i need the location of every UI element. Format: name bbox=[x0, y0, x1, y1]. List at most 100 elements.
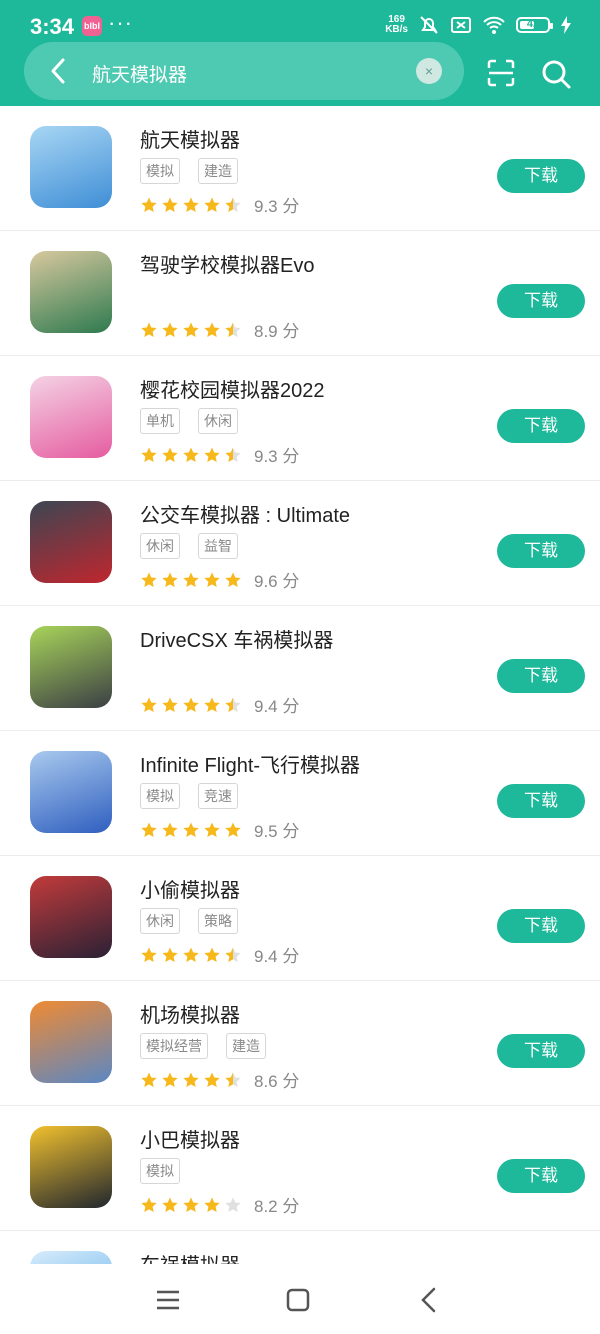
download-button[interactable]: 下载 bbox=[497, 534, 585, 568]
download-button[interactable]: 下载 bbox=[497, 659, 585, 693]
star-rating bbox=[140, 821, 242, 839]
star-icon bbox=[204, 1072, 220, 1087]
app-name[interactable]: 驾驶学校模拟器Evo bbox=[140, 249, 314, 278]
rating: 9.6 分 bbox=[140, 567, 299, 592]
tag-list: 休闲 益智 bbox=[140, 533, 238, 559]
wifi-icon bbox=[483, 16, 505, 34]
list-item[interactable]: Infinite Flight-飞行模拟器 模拟 竞速 9.5 分 下载 bbox=[0, 731, 600, 856]
home-icon[interactable] bbox=[280, 1282, 316, 1318]
sim-off-icon bbox=[451, 17, 471, 33]
app-icon[interactable] bbox=[30, 251, 112, 333]
app-icon[interactable] bbox=[30, 376, 112, 458]
status-time: 3:34 bbox=[30, 14, 75, 39]
star-rating bbox=[140, 696, 242, 714]
tag-list: 单机 休闲 bbox=[140, 408, 238, 434]
star-rating bbox=[140, 446, 242, 464]
tag: 竞速 bbox=[198, 783, 238, 809]
navigation-bar bbox=[0, 1264, 600, 1334]
star-rating bbox=[140, 321, 242, 339]
app-name[interactable]: 小巴模拟器 bbox=[140, 1124, 240, 1153]
app-list: 航天模拟器 模拟 建造 9.3 分下载 驾驶学校模拟器Evo 8.9 分下载 樱花校园模拟器… bbox=[0, 106, 600, 1264]
app-icon[interactable] bbox=[30, 1251, 112, 1264]
download-button[interactable]: 下载 bbox=[497, 909, 585, 943]
list-item[interactable]: 小巴模拟器模拟 8.2 分 下载 bbox=[0, 1106, 600, 1231]
search-field[interactable]: 航天模拟器 × bbox=[24, 42, 464, 100]
tag: 模拟 bbox=[140, 158, 180, 184]
chevron-left-icon[interactable] bbox=[44, 56, 74, 86]
app-name[interactable]: 航天模拟器 bbox=[140, 124, 240, 153]
tag: 模拟 bbox=[140, 783, 180, 809]
rating: 8.6 分 bbox=[140, 1067, 299, 1092]
tag: 策略 bbox=[198, 908, 238, 934]
rating: 9.4 分 bbox=[140, 692, 299, 717]
list-item[interactable]: 航天模拟器 模拟 建造 9.3 分 下载 bbox=[0, 106, 600, 231]
tag-list: 模拟 bbox=[140, 1158, 180, 1184]
app-icon[interactable] bbox=[30, 1001, 112, 1083]
rating: 9.5 分 bbox=[140, 817, 299, 842]
star-icon bbox=[162, 322, 178, 337]
download-button[interactable]: 下载 bbox=[497, 784, 585, 818]
more-notifications-icon: ··· bbox=[108, 10, 133, 35]
rating-score: 9.5 分 bbox=[254, 822, 300, 841]
app-icon[interactable] bbox=[30, 626, 112, 708]
star-icon bbox=[225, 447, 241, 462]
app-icon[interactable] bbox=[30, 751, 112, 833]
star-icon bbox=[183, 697, 199, 712]
star-icon bbox=[141, 197, 157, 212]
rating: 9.4 分 bbox=[140, 942, 299, 967]
star-icon bbox=[162, 822, 178, 837]
download-button[interactable]: 下载 bbox=[497, 1159, 585, 1193]
list-item[interactable]: DriveCSX 车祸模拟器 9.4 分 下载 bbox=[0, 606, 600, 731]
app-icon[interactable] bbox=[30, 1126, 112, 1208]
rating-score: 8.9 分 bbox=[254, 322, 300, 341]
tag: 休闲 bbox=[140, 908, 180, 934]
star-icon bbox=[225, 572, 241, 587]
app-name[interactable]: 车祸模拟器 bbox=[140, 1249, 240, 1264]
list-item[interactable]: 车祸模拟器 bbox=[0, 1231, 600, 1264]
app-name[interactable]: 樱花校园模拟器2022 bbox=[140, 374, 325, 403]
mute-bell-icon bbox=[420, 16, 438, 34]
app-name[interactable]: DriveCSX 车祸模拟器 bbox=[140, 624, 333, 653]
download-button[interactable]: 下载 bbox=[497, 1034, 585, 1068]
list-item[interactable]: 小偷模拟器休闲 策略 9.4 分 下载 bbox=[0, 856, 600, 981]
tag-list: 模拟经营 建造 bbox=[140, 1033, 266, 1059]
search-input[interactable]: 航天模拟器 bbox=[92, 60, 187, 87]
clear-search-button[interactable]: × bbox=[416, 58, 442, 84]
star-icon bbox=[204, 572, 220, 587]
tag-list: 休闲 策略 bbox=[140, 908, 238, 934]
star-icon bbox=[141, 1072, 157, 1087]
status-icons: 169 KB/s 42 bbox=[385, 14, 572, 36]
tag: 休闲 bbox=[198, 408, 238, 434]
app-name[interactable]: 小偷模拟器 bbox=[140, 874, 240, 903]
list-item[interactable]: 公交车模拟器 : Ultimate 休闲 益智 9.6 分 下载 bbox=[0, 481, 600, 606]
rating: 8.2 分 bbox=[140, 1192, 299, 1217]
star-icon bbox=[225, 197, 241, 212]
battery-icon: 42 bbox=[516, 17, 553, 33]
app-name[interactable]: Infinite Flight-飞行模拟器 bbox=[140, 749, 360, 778]
app-icon[interactable] bbox=[30, 501, 112, 583]
star-icon bbox=[183, 572, 199, 587]
app-icon[interactable] bbox=[30, 876, 112, 958]
star-icon bbox=[183, 197, 199, 212]
search-icon[interactable] bbox=[540, 58, 572, 90]
rating-score: 9.6 分 bbox=[254, 572, 300, 591]
download-button[interactable]: 下载 bbox=[497, 409, 585, 443]
list-item[interactable]: 樱花校园模拟器2022 单机 休闲 9.3 分 下载 bbox=[0, 356, 600, 481]
download-button[interactable]: 下载 bbox=[497, 159, 585, 193]
menu-icon[interactable] bbox=[150, 1282, 186, 1318]
star-icon bbox=[162, 447, 178, 462]
tag: 模拟 bbox=[140, 1158, 180, 1184]
star-rating bbox=[140, 1071, 242, 1089]
app-name[interactable]: 公交车模拟器 : Ultimate bbox=[140, 499, 350, 528]
star-icon bbox=[204, 1197, 220, 1212]
scan-icon[interactable] bbox=[486, 58, 516, 88]
star-icon bbox=[162, 1197, 178, 1212]
app-name[interactable]: 机场模拟器 bbox=[140, 999, 240, 1028]
download-button[interactable]: 下载 bbox=[497, 284, 585, 318]
list-item[interactable]: 驾驶学校模拟器Evo 8.9 分 下载 bbox=[0, 231, 600, 356]
back-icon[interactable] bbox=[412, 1282, 448, 1318]
app-icon[interactable] bbox=[30, 126, 112, 208]
star-icon bbox=[225, 1072, 241, 1087]
list-item[interactable]: 机场模拟器模拟经营 建造 8.6 分 下载 bbox=[0, 981, 600, 1106]
star-icon bbox=[141, 447, 157, 462]
